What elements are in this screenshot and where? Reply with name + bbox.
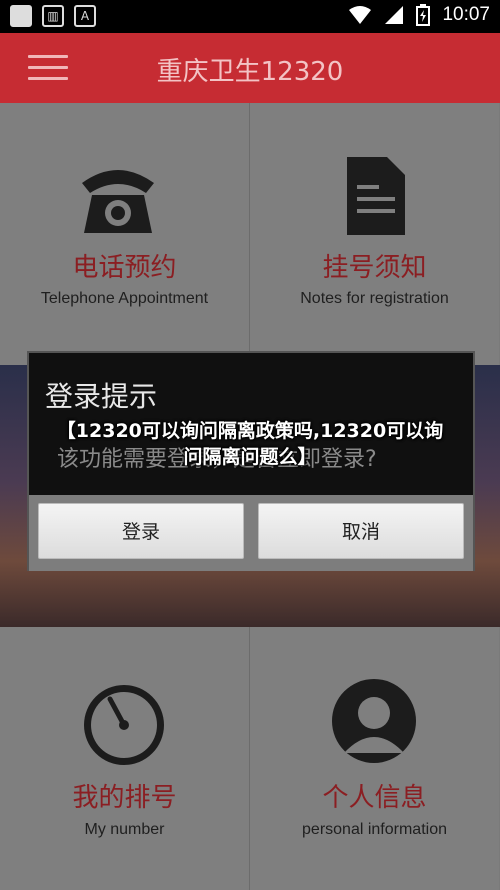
dialog-button-bar: 登录 取消 — [29, 495, 473, 571]
notification-square-icon — [10, 5, 32, 27]
registration-notes-sublabel: Notes for registration — [300, 290, 449, 307]
telephone-appointment-label: 电话预约 — [72, 253, 177, 283]
gauge-icon — [84, 685, 164, 765]
overlay-caption: 【12320可以询问隔离政策吗,12320可以询问隔离问题么】 — [56, 420, 444, 468]
notification-a-icon: A — [74, 5, 96, 27]
telephone-appointment-tile[interactable]: 电话预约 Telephone Appointment — [0, 103, 249, 365]
personal-information-tile[interactable]: 个人信息 personal information — [250, 627, 499, 890]
telephone-appointment-sublabel: Telephone Appointment — [40, 290, 209, 307]
battery-icon — [416, 4, 431, 26]
cancel-button[interactable]: 取消 — [258, 503, 464, 559]
personal-information-label: 个人信息 — [322, 783, 427, 813]
dialog-title: 登录提示 — [45, 380, 158, 413]
app-title: 重庆卫生12320 — [156, 57, 344, 87]
my-number-label: 我的排号 — [72, 783, 177, 813]
registration-notes-tile[interactable]: 挂号须知 Notes for registration — [250, 103, 499, 365]
user-avatar-icon — [332, 679, 416, 763]
notification-book-icon: ▥ — [42, 5, 64, 27]
clock: 10:07 — [442, 4, 490, 25]
my-number-tile[interactable]: 我的排号 My number — [0, 627, 249, 890]
wifi-icon — [349, 6, 372, 24]
status-bar: ▥ A 10:07 — [0, 0, 500, 33]
login-button[interactable]: 登录 — [38, 503, 244, 559]
telephone-icon — [82, 170, 154, 233]
registration-notes-label: 挂号须知 — [322, 253, 427, 283]
app-bar: 重庆卫生12320 — [0, 33, 500, 103]
my-number-sublabel: My number — [84, 821, 165, 838]
signal-icon — [385, 6, 404, 24]
personal-information-sublabel: personal information — [302, 821, 447, 838]
document-icon — [347, 157, 405, 235]
